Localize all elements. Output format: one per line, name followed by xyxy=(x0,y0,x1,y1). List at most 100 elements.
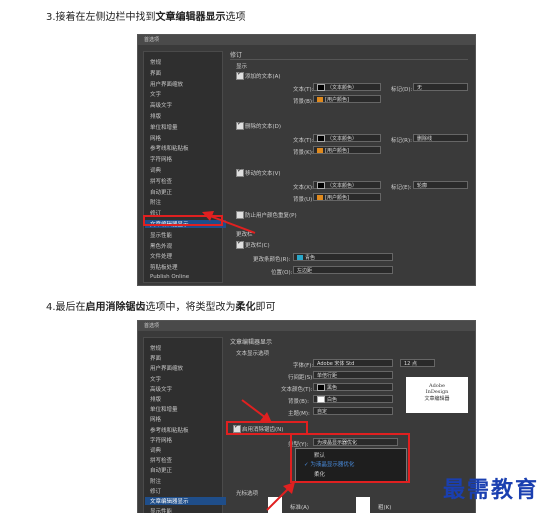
sidebar-item[interactable]: 自动更正 xyxy=(150,188,172,196)
sidebar-item[interactable]: 用户界面缩放 xyxy=(150,364,183,372)
sidebar-item[interactable]: 参考线和粘贴板 xyxy=(150,426,189,434)
moved-text-color-select[interactable]: （文本颜色） xyxy=(313,181,381,189)
sidebar-item[interactable]: 字符网格 xyxy=(150,155,172,163)
size-select[interactable]: 12 点 xyxy=(400,359,435,367)
sidebar-item[interactable]: 网格 xyxy=(150,415,161,423)
orange-swatch xyxy=(317,97,323,102)
added-bg-value: [用户颜色] xyxy=(325,97,349,103)
moved-bg-label: 背景(U): xyxy=(293,197,315,203)
text-display-section-label: 文本显示选项 xyxy=(236,351,270,357)
sidebar-item[interactable]: 常规 xyxy=(150,58,161,66)
step4-mid: 选项中，将类型改为 xyxy=(145,302,236,313)
orange-swatch xyxy=(317,148,323,153)
sidebar-item[interactable]: 字符网格 xyxy=(150,436,172,444)
moved-bg-select[interactable]: [用户颜色] xyxy=(313,193,381,201)
sidebar-item[interactable]: 参考线和粘贴板 xyxy=(150,144,189,152)
background-select[interactable]: 白色 xyxy=(313,395,393,403)
added-text-checkbox[interactable] xyxy=(236,70,244,80)
deleted-bg-label: 背景(K): xyxy=(293,150,314,156)
section-heading: 修订 xyxy=(230,52,243,59)
added-text-color-select[interactable]: （文本颜色） xyxy=(313,83,381,91)
sidebar-item[interactable]: 常规 xyxy=(150,344,161,352)
sidebar-item[interactable]: 附注 xyxy=(150,477,161,485)
position-label: 位置(O): xyxy=(271,270,293,276)
cursor-section-label: 光标选项 xyxy=(236,491,259,497)
sidebar-item[interactable]: 界面 xyxy=(150,354,161,362)
orange-swatch xyxy=(317,195,323,200)
cursor-opt-thick[interactable]: 粗(K) xyxy=(378,503,391,511)
added-bg-select[interactable]: [用户颜色] xyxy=(313,95,381,103)
text-color-label: 文本颜色(T): xyxy=(281,387,313,393)
red-arrow-icon xyxy=(241,399,272,423)
position-select[interactable]: 左边距 xyxy=(293,266,393,274)
deleted-bg-select[interactable]: [用户颜色] xyxy=(313,146,381,154)
deleted-text-checkbox[interactable] xyxy=(236,120,244,130)
deleted-text-color-select[interactable]: （文本颜色） xyxy=(313,134,381,142)
changebar-color-select[interactable]: 青色 xyxy=(293,253,393,261)
sidebar-item[interactable]: 显示性能 xyxy=(150,507,172,513)
sidebar-item[interactable]: 附注 xyxy=(150,198,161,206)
sidebar-item[interactable]: 文件处理 xyxy=(150,252,172,260)
deleted-text-color-value: （文本颜色） xyxy=(327,136,358,142)
spacing-label: 行间距(S): xyxy=(288,375,315,381)
sidebar-item[interactable]: 修订 xyxy=(150,487,161,495)
moved-mark-select[interactable]: 轮廓 xyxy=(413,181,468,189)
sidebar-item[interactable]: 高级文字 xyxy=(150,385,172,393)
sidebar-item[interactable]: 单位和增量 xyxy=(150,405,178,413)
added-text-color-value: （文本颜色） xyxy=(327,85,358,91)
added-mark-label: 标记(D): xyxy=(391,87,413,93)
black-swatch xyxy=(317,84,325,91)
sidebar-item[interactable]: 拼写检查 xyxy=(150,456,172,464)
sidebar-item[interactable]: 剪贴板处理 xyxy=(150,263,178,271)
font-label: 字体(F): xyxy=(293,363,314,369)
sidebar-item[interactable]: 网格 xyxy=(150,134,161,142)
sidebar-item[interactable]: 显示性能 xyxy=(150,231,172,239)
changebar-checkbox[interactable] xyxy=(236,239,244,249)
step3-suffix: 选项 xyxy=(225,12,246,23)
moved-text-checkbox[interactable] xyxy=(236,167,244,177)
black-swatch xyxy=(317,384,325,391)
deleted-mark-label: 标记(R): xyxy=(391,138,412,144)
sidebar-item[interactable]: 文字 xyxy=(150,90,161,98)
sidebar-item[interactable]: 词典 xyxy=(150,446,161,454)
sidebar: 常规界面用户界面缩放 文字高级文字排版单位和增量网格参考线和粘贴板 字符网格词典拼写… xyxy=(143,337,226,513)
text-color-select[interactable]: 黑色 xyxy=(313,383,393,391)
preview-line: 文章编辑器 xyxy=(424,396,450,402)
step3-bold: 文章编辑器显示 xyxy=(155,12,226,23)
teal-swatch xyxy=(297,255,303,260)
theme-select[interactable]: 自定 xyxy=(313,407,393,415)
sidebar-item[interactable]: 文字 xyxy=(150,375,161,383)
deleted-mark-select[interactable]: 删除线 xyxy=(413,134,468,142)
watermark-logo: 最需教育 xyxy=(442,477,539,503)
spacing-select[interactable]: 单倍行距 xyxy=(313,371,393,379)
moved-text-color-value: （文本颜色） xyxy=(327,183,358,189)
sidebar-item[interactable]: 拼写检查 xyxy=(150,177,172,185)
sidebar-item[interactable]: 词典 xyxy=(150,166,161,174)
step3-caption: 3.接着在左侧边栏中找到文章编辑器显示选项 xyxy=(46,8,246,23)
display-section-label: 显示 xyxy=(236,64,248,70)
sidebar-item[interactable]: 高级文字 xyxy=(150,101,172,109)
step3-prefix: 3.接着在左侧边栏中找到 xyxy=(46,12,156,23)
background-value: 白色 xyxy=(327,397,338,403)
red-arrow-icon xyxy=(202,211,256,234)
sidebar-item[interactable]: 排版 xyxy=(150,112,161,120)
step4-prefix: 4.最后在 xyxy=(46,302,86,313)
sidebar-item[interactable]: 文章编辑器显示 xyxy=(145,497,226,505)
font-select[interactable]: Adobe 宋体 Std xyxy=(313,359,393,367)
sidebar-item[interactable]: Publish Online xyxy=(150,274,189,280)
background-label: 背景(B): xyxy=(288,399,309,405)
moved-bg-value: [用户颜色] xyxy=(325,195,349,201)
sidebar-item[interactable]: 自动更正 xyxy=(150,466,172,474)
added-text-color-label: 文本(T): xyxy=(293,87,314,93)
changebar-label: 更改栏(C) xyxy=(245,243,270,249)
cursor-preview-thick xyxy=(356,497,370,513)
sidebar-item[interactable]: 用户界面缩放 xyxy=(150,80,183,88)
black-swatch xyxy=(317,182,325,189)
sidebar-item[interactable]: 黑色外观 xyxy=(150,242,172,250)
sidebar-item[interactable]: 排版 xyxy=(150,395,161,403)
added-mark-select[interactable]: 无 xyxy=(413,83,468,91)
sidebar-item[interactable]: 界面 xyxy=(150,69,161,77)
sidebar-item[interactable]: 单位和增量 xyxy=(150,123,178,131)
dropdown-highlight-box xyxy=(290,433,410,483)
step4-suffix: 即可 xyxy=(255,302,276,313)
